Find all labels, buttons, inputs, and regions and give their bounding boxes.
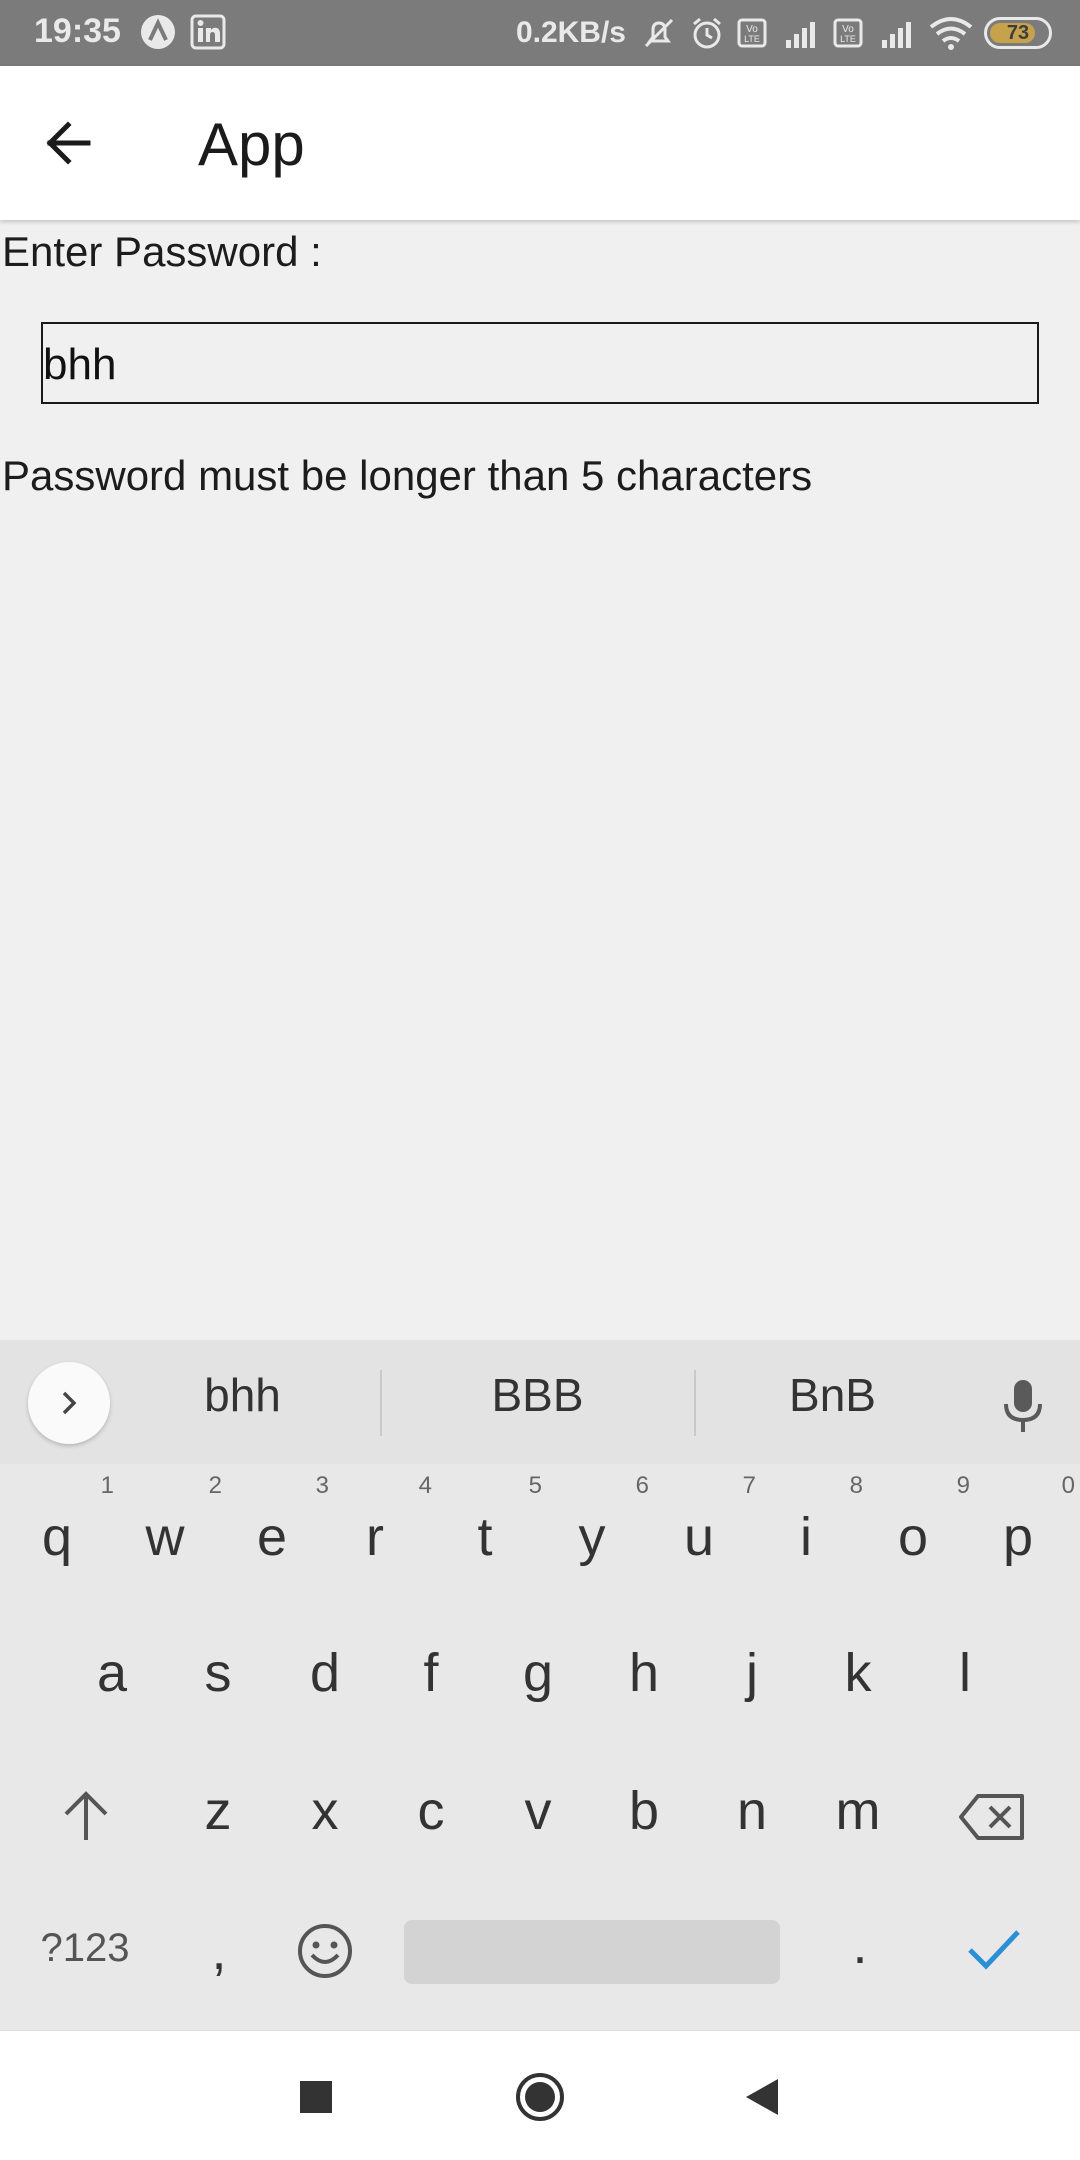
key-h[interactable]: h	[599, 1642, 689, 1704]
key-k[interactable]: k	[813, 1642, 903, 1704]
key-n[interactable]: n	[707, 1780, 797, 1842]
key-hint: 3	[315, 1472, 329, 1499]
key-c[interactable]: c	[386, 1780, 476, 1842]
key-hint: 1	[100, 1472, 114, 1499]
home-icon[interactable]	[514, 2071, 566, 2123]
volte-icon-2: Vo LTE	[833, 18, 863, 48]
key-hint: 7	[742, 1472, 756, 1499]
key-hint: 8	[849, 1472, 863, 1499]
recent-apps-icon[interactable]	[298, 2079, 334, 2115]
checkmark-icon[interactable]	[966, 1926, 1022, 1974]
page-title: App	[198, 111, 305, 178]
suggestion-3[interactable]: BnB	[750, 1368, 915, 1422]
key-y[interactable]: y6	[547, 1472, 650, 1568]
password-input[interactable]: bhh	[41, 322, 1039, 404]
key-p[interactable]: p0	[973, 1472, 1075, 1568]
key-label: t	[477, 1507, 493, 1567]
symbols-key[interactable]: ?123	[30, 1926, 140, 1971]
back-nav-icon[interactable]	[744, 2077, 780, 2117]
suggestion-divider	[380, 1370, 382, 1436]
key-w[interactable]: w2	[120, 1472, 223, 1568]
key-o[interactable]: o9	[868, 1472, 970, 1568]
key-e[interactable]: e3	[227, 1472, 329, 1568]
suggestion-bar: bhh BBB BnB	[0, 1340, 1080, 1464]
battery-level: 73	[1006, 21, 1030, 44]
key-q[interactable]: q1	[12, 1472, 114, 1568]
battery-icon: 73	[984, 17, 1052, 49]
period-key[interactable]: .	[815, 1914, 905, 1976]
key-z[interactable]: z	[173, 1780, 263, 1842]
password-label: Enter Password :	[2, 228, 322, 275]
key-l[interactable]: l	[920, 1642, 1010, 1704]
space-bar[interactable]	[404, 1920, 780, 1984]
suggestion-2[interactable]: BBB	[455, 1368, 620, 1422]
linkedin-icon	[190, 14, 226, 50]
backspace-icon[interactable]	[958, 1792, 1028, 1842]
chevron-right-icon	[62, 1391, 77, 1415]
key-g[interactable]: g	[493, 1642, 583, 1704]
key-u[interactable]: u7	[654, 1472, 756, 1568]
key-s[interactable]: s	[173, 1642, 263, 1704]
key-x[interactable]: x	[280, 1780, 370, 1842]
back-arrow-icon[interactable]	[38, 112, 100, 174]
status-time: 19:35	[34, 12, 121, 50]
key-t[interactable]: t5	[440, 1472, 542, 1568]
key-f[interactable]: f	[386, 1642, 476, 1704]
key-label: o	[897, 1507, 929, 1567]
password-error-message: Password must be longer than 5 character…	[2, 452, 813, 499]
key-j[interactable]: j	[707, 1642, 797, 1704]
key-m[interactable]: m	[813, 1780, 903, 1842]
emoji-icon[interactable]	[296, 1922, 354, 1980]
key-label: p	[1002, 1507, 1034, 1567]
key-r[interactable]: r4	[330, 1472, 432, 1568]
wifi-icon	[929, 17, 973, 50]
suggestion-divider	[694, 1370, 696, 1436]
svg-text:LTE: LTE	[744, 34, 760, 44]
signal-icon-2	[882, 22, 911, 48]
key-d[interactable]: d	[280, 1642, 370, 1704]
soft-keyboard: bhh BBB BnB q1 w2 e3 r4 t5 y6 u7 i8 o9 p…	[0, 1340, 1080, 2030]
key-a[interactable]: a	[67, 1642, 157, 1704]
key-i[interactable]: i8	[761, 1472, 863, 1568]
key-label: y	[578, 1507, 606, 1567]
key-hint: 2	[208, 1472, 222, 1499]
key-hint: 6	[635, 1472, 649, 1499]
key-label: i	[800, 1507, 812, 1567]
volte-icon: Vo LTE	[737, 18, 767, 48]
alarm-icon	[693, 17, 721, 49]
key-label: u	[683, 1507, 715, 1567]
comma-key[interactable]: ,	[174, 1920, 264, 1982]
key-label: e	[256, 1507, 288, 1567]
key-v[interactable]: v	[493, 1780, 583, 1842]
expand-toolbar-button[interactable]	[28, 1362, 110, 1444]
microphone-icon[interactable]	[998, 1378, 1048, 1436]
key-label: w	[145, 1507, 185, 1567]
network-speed: 0.2KB/s	[515, 16, 626, 49]
key-hint: 5	[528, 1472, 542, 1499]
navigation-bar	[0, 2030, 1080, 2160]
app-bar: App	[0, 66, 1080, 220]
key-hint: 9	[956, 1472, 970, 1499]
password-input-value: bhh	[43, 340, 117, 389]
key-label: q	[41, 1507, 73, 1567]
key-hint: 0	[1061, 1472, 1075, 1499]
status-bar: 19:35 0.2KB/s Vo LTE Vo LTE 73	[0, 0, 1080, 66]
svg-text:LTE: LTE	[840, 34, 856, 44]
key-b[interactable]: b	[599, 1780, 689, 1842]
suggestion-1[interactable]: bhh	[160, 1368, 325, 1422]
mute-icon	[644, 18, 674, 48]
key-hint: 4	[418, 1472, 432, 1499]
app-notification-icon	[141, 15, 175, 49]
signal-icon	[786, 22, 815, 48]
shift-icon[interactable]	[58, 1788, 114, 1844]
key-label: r	[366, 1507, 384, 1567]
